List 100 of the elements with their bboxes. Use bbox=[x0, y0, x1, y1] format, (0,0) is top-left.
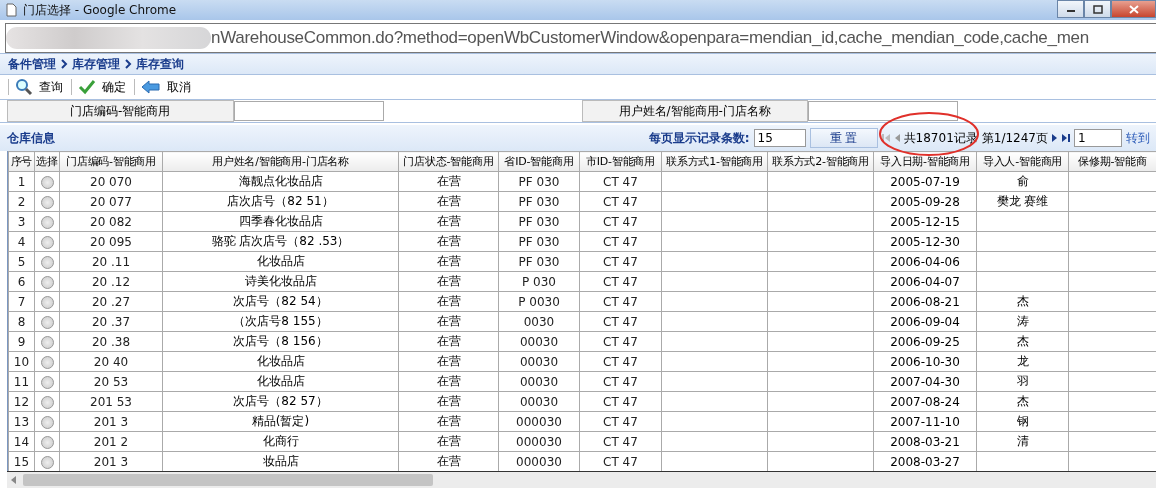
table-cell: 诗美化妆品店 bbox=[244, 274, 317, 288]
cancel-button[interactable]: 取消 bbox=[141, 78, 199, 96]
radio-button[interactable] bbox=[40, 395, 54, 409]
column-header: 联系方式2-智能商用 bbox=[767, 151, 874, 172]
table-cell: 在营 bbox=[436, 314, 461, 328]
table-cell: 在营 bbox=[436, 234, 461, 248]
radio-button[interactable] bbox=[40, 275, 54, 289]
column-header: 选择 bbox=[34, 151, 60, 172]
table-cell: PF 030 bbox=[518, 194, 560, 209]
previous-page-icon[interactable] bbox=[893, 133, 900, 143]
table-cell: 2006-04-06 bbox=[890, 254, 960, 269]
table-cell: 20 082 bbox=[90, 214, 132, 229]
table-cell: 000030 bbox=[516, 434, 562, 449]
table-cell: 2005-12-30 bbox=[890, 234, 960, 249]
table-cell: 0030 bbox=[523, 314, 555, 329]
column-header: 导入人-智能商用 bbox=[976, 151, 1069, 172]
table-cell: 20 .11 bbox=[91, 254, 131, 269]
scroll-left-icon[interactable] bbox=[11, 476, 17, 484]
input-field[interactable] bbox=[808, 101, 958, 121]
table-cell: CT 47 bbox=[603, 274, 638, 289]
radio-button[interactable] bbox=[40, 295, 54, 309]
section-title: 仓库信息 bbox=[7, 129, 55, 147]
minimize-button[interactable] bbox=[1057, 0, 1084, 18]
table-cell: 2008-03-27 bbox=[890, 454, 960, 469]
table-cell: 2006-09-04 bbox=[890, 314, 960, 329]
table-cell: 00030 bbox=[519, 394, 559, 409]
breadcrumb-item[interactable]: 库存查询 bbox=[136, 55, 184, 73]
radio-button[interactable] bbox=[40, 415, 54, 429]
column-header: 门店编码-智能商用 bbox=[59, 151, 163, 172]
table-cell: 2007-11-10 bbox=[890, 414, 960, 429]
breadcrumb-item[interactable]: 备件管理 bbox=[8, 55, 56, 73]
table-cell: 在营 bbox=[436, 454, 461, 468]
horizontal-scrollbar[interactable] bbox=[7, 471, 1156, 488]
table-cell: 在营 bbox=[436, 174, 461, 188]
table-cell: CT 47 bbox=[603, 294, 638, 309]
column-header: 保修期-智能商 bbox=[1068, 151, 1156, 172]
table-cell: 2 bbox=[17, 194, 26, 209]
table-cell: 20 070 bbox=[90, 174, 132, 189]
maximize-icon bbox=[1092, 4, 1103, 14]
radio-button[interactable] bbox=[40, 195, 54, 209]
radio-button[interactable] bbox=[40, 175, 54, 189]
table-cell: 201 2 bbox=[93, 434, 129, 449]
table-cell: 000030 bbox=[516, 454, 562, 469]
table-cell: CT 47 bbox=[603, 314, 638, 329]
table-cell: CT 47 bbox=[603, 194, 638, 209]
breadcrumb-item[interactable]: 库存管理 bbox=[72, 55, 120, 73]
search-icon bbox=[15, 78, 33, 96]
table-cell: 化妆品店 bbox=[256, 254, 305, 268]
table-cell: 在营 bbox=[436, 274, 461, 288]
address-bar[interactable]: nWarehouseCommon.do?method=openWbCustomerWindow&openpara=mendian_id,cache_mendian_code,cache_men bbox=[5, 23, 1156, 53]
table-cell: 龙 bbox=[1016, 354, 1029, 368]
table-cell: 11 bbox=[13, 374, 30, 389]
first-page-icon[interactable] bbox=[881, 133, 890, 143]
input-field[interactable] bbox=[233, 101, 384, 121]
column-header: 门店状态-智能商用 bbox=[398, 151, 499, 172]
radio-button[interactable] bbox=[40, 335, 54, 349]
radio-button[interactable] bbox=[40, 315, 54, 329]
radio-button[interactable] bbox=[40, 455, 54, 469]
table-cell: PF 030 bbox=[518, 234, 560, 249]
confirm-button[interactable]: 确定 bbox=[78, 78, 134, 96]
table-cell: 15 bbox=[13, 454, 30, 469]
radio-button[interactable] bbox=[40, 375, 54, 389]
table-cell: 在营 bbox=[436, 194, 461, 208]
maximize-button[interactable] bbox=[1084, 0, 1111, 18]
table-cell: CT 47 bbox=[603, 174, 638, 189]
radio-button[interactable] bbox=[40, 355, 54, 369]
table-cell: PF 030 bbox=[518, 174, 560, 189]
table-cell: 在营 bbox=[436, 334, 461, 348]
table-cell: P 0030 bbox=[518, 294, 560, 309]
table-cell: 俞 bbox=[1016, 174, 1029, 188]
table-cell: 2007-04-30 bbox=[890, 374, 960, 389]
window-title: 门店选择 - Google Chrome bbox=[23, 1, 177, 19]
table-cell: 201 53 bbox=[90, 394, 132, 409]
radio-button[interactable] bbox=[40, 435, 54, 449]
page-size-field[interactable]: 15 bbox=[753, 129, 806, 147]
table-cell: 1 bbox=[17, 174, 26, 189]
table-cell: 妆品店 bbox=[262, 454, 299, 468]
page-number-field[interactable]: 1 bbox=[1074, 129, 1122, 147]
table-cell: 在营 bbox=[436, 394, 461, 408]
table-cell: 涛 bbox=[1016, 314, 1029, 328]
table-cell: 清 bbox=[1016, 434, 1029, 448]
radio-button[interactable] bbox=[40, 255, 54, 269]
last-page-icon[interactable] bbox=[1062, 133, 1070, 143]
table-cell: 在营 bbox=[436, 354, 461, 368]
goto-link[interactable]: 转到 bbox=[1126, 129, 1156, 147]
radio-button[interactable] bbox=[40, 235, 54, 249]
next-page-icon[interactable] bbox=[1052, 133, 1058, 143]
table-cell: 6 bbox=[17, 274, 26, 289]
close-button[interactable] bbox=[1111, 0, 1156, 18]
search-button[interactable]: 查询 bbox=[15, 78, 71, 96]
table-cell: CT 47 bbox=[603, 394, 638, 409]
table-cell: CT 47 bbox=[603, 214, 638, 229]
table-cell: 骆驼 店次店号（82 .53） bbox=[211, 234, 350, 248]
reset-button[interactable]: 重 置 bbox=[809, 128, 878, 148]
radio-button[interactable] bbox=[40, 215, 54, 229]
table-cell: 7 bbox=[17, 294, 26, 309]
table-cell: 00030 bbox=[519, 354, 559, 369]
table-cell: 2005-12-15 bbox=[890, 214, 960, 229]
table-cell: 在营 bbox=[436, 434, 461, 448]
table-cell: P 030 bbox=[522, 274, 556, 289]
